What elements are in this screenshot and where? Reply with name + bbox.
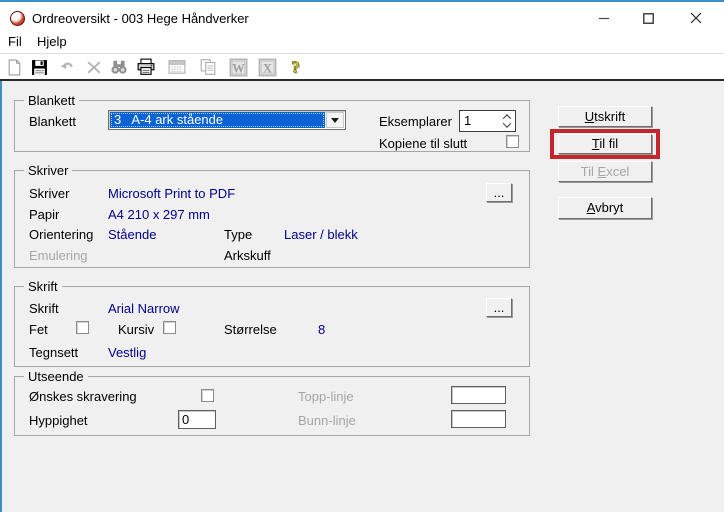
til-excel-button: Til Excel xyxy=(558,161,652,182)
papir-value: A4 210 x 297 mm xyxy=(108,207,210,222)
window-title: Ordreoversikt - 003 Hege Håndverker xyxy=(32,11,249,26)
save-icon[interactable] xyxy=(29,57,49,77)
chevron-down-icon xyxy=(331,118,339,127)
word-export-icon[interactable]: W xyxy=(228,57,248,77)
storrelse-label: Størrelse xyxy=(224,322,277,337)
toolbar: W X ?? xyxy=(0,53,724,79)
undo-icon[interactable] xyxy=(57,57,77,77)
title-bar[interactable]: Ordreoversikt - 003 Hege Håndverker xyxy=(0,2,724,32)
utskrift-button[interactable]: Utskrift xyxy=(558,106,652,127)
blankett-dropdown[interactable]: 3 A-4 ark stående xyxy=(108,110,346,130)
svg-text:X: X xyxy=(263,61,272,75)
delete-icon[interactable] xyxy=(84,57,104,77)
dropdown-arrow-button[interactable] xyxy=(326,112,344,128)
close-icon xyxy=(690,12,702,24)
group-skrift: Skrift Skrift Arial Narrow ... Fet Kursi… xyxy=(14,279,530,367)
minimize-icon xyxy=(598,13,610,24)
find-icon[interactable] xyxy=(109,57,129,77)
kursiv-label: Kursiv xyxy=(118,322,155,337)
menu-bar: Fil Hjelp xyxy=(0,30,724,53)
papir-label: Papir xyxy=(29,207,60,222)
eksemplarer-label: Eksemplarer xyxy=(379,114,452,129)
app-icon xyxy=(10,11,25,26)
group-blankett: Blankett Blankett 3 A-4 ark stående Ekse… xyxy=(14,93,530,152)
print-preview-icon[interactable] xyxy=(167,57,187,77)
group-title-blankett: Blankett xyxy=(24,93,79,108)
hyppighet-input[interactable] xyxy=(178,410,216,429)
skrift-value: Arial Narrow xyxy=(108,301,180,316)
avbryt-button[interactable]: Avbryt xyxy=(558,197,652,219)
bunn-linje-label: Bunn-linje xyxy=(298,413,356,428)
type-label: Type xyxy=(224,227,253,242)
topp-linje-label: Topp-linje xyxy=(298,389,354,404)
spinner-down-icon[interactable] xyxy=(502,119,512,129)
skrift-label: Skrift xyxy=(29,301,59,316)
emulering-label: Emulering xyxy=(29,248,88,263)
group-utseende: Utseende Ønskes skravering Topp-linje Hy… xyxy=(14,369,530,436)
group-title-skrift: Skrift xyxy=(24,279,62,294)
topp-linje-input[interactable] xyxy=(451,386,506,404)
eksemplarer-value: 1 xyxy=(464,113,472,128)
blankett-dropdown-selected: 3 A-4 ark stående xyxy=(110,112,325,128)
skravering-label: Ønskes skravering xyxy=(29,389,137,404)
tegnsett-label: Tegnsett xyxy=(29,345,79,360)
print-icon[interactable] xyxy=(136,57,156,77)
toolbar-bottom-separator xyxy=(0,79,724,81)
skriver-browse-button[interactable]: ... xyxy=(486,183,512,202)
skravering-checkbox[interactable] xyxy=(201,389,214,402)
svg-text:W: W xyxy=(232,61,245,75)
maximize-button[interactable] xyxy=(626,4,670,32)
copy-icon[interactable] xyxy=(198,57,218,77)
arkskuff-label: Arkskuff xyxy=(224,248,271,263)
kopiene-checkbox[interactable] xyxy=(506,135,519,148)
group-title-utseende: Utseende xyxy=(24,369,88,384)
group-title-skriver: Skriver xyxy=(24,163,73,178)
bunn-linje-input[interactable] xyxy=(451,410,506,428)
skrift-browse-button[interactable]: ... xyxy=(486,298,512,317)
tegnsett-value: Vestlig xyxy=(108,345,147,360)
kopiene-label: Kopiene til slutt xyxy=(379,136,468,151)
kursiv-checkbox[interactable] xyxy=(163,321,176,334)
fet-label: Fet xyxy=(29,322,48,337)
orientering-label: Orientering xyxy=(29,227,94,242)
group-skriver: Skriver Skriver Microsoft Print to PDF .… xyxy=(14,163,530,268)
minimize-button[interactable] xyxy=(582,4,626,32)
menu-item-fil[interactable]: Fil xyxy=(4,33,26,50)
hyppighet-label: Hyppighet xyxy=(29,413,88,428)
close-button[interactable] xyxy=(670,4,722,32)
til-fil-button[interactable]: Til fil xyxy=(558,134,652,154)
skriver-label: Skriver xyxy=(29,186,70,201)
menu-item-hjelp[interactable]: Hjelp xyxy=(33,33,71,50)
help-icon[interactable]: ?? xyxy=(285,57,305,77)
dialog-window: Ordreoversikt - 003 Hege Håndverker Fil … xyxy=(0,0,724,512)
skriver-value: Microsoft Print to PDF xyxy=(108,186,236,201)
storrelse-value: 8 xyxy=(318,322,326,337)
fet-checkbox[interactable] xyxy=(76,321,89,334)
new-document-icon[interactable] xyxy=(4,57,24,77)
maximize-icon xyxy=(642,12,654,24)
orientering-value: Stående xyxy=(108,227,157,242)
svg-text:?: ? xyxy=(291,58,299,76)
eksemplarer-stepper[interactable]: 1 xyxy=(459,110,516,132)
excel-export-icon[interactable]: X xyxy=(257,57,277,77)
type-value: Laser / blekk xyxy=(284,227,358,242)
blankett-field-label: Blankett xyxy=(29,114,76,129)
